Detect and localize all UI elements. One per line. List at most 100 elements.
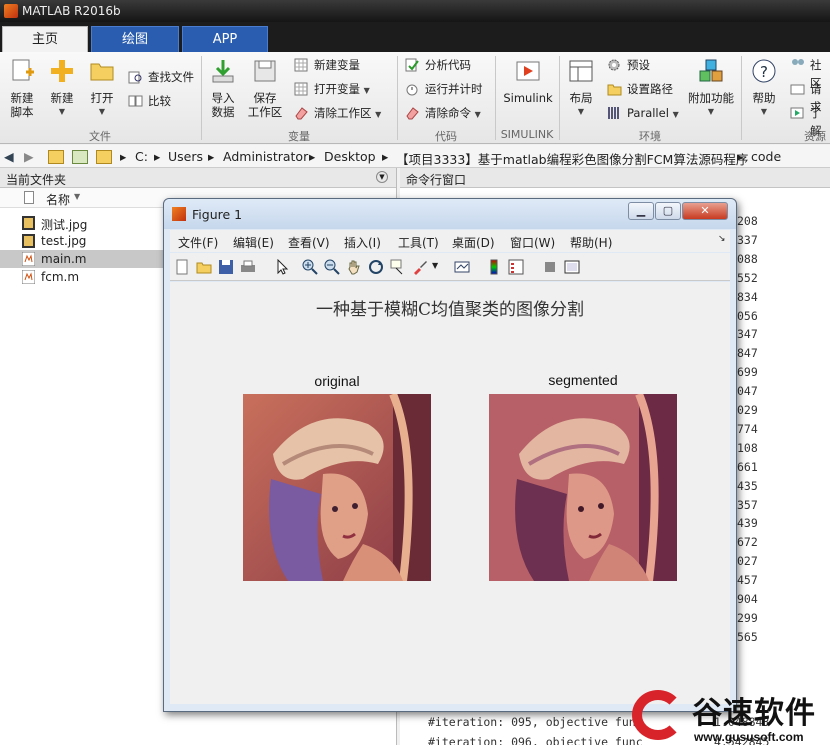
command-line-text: #iteration: 096, objective func (428, 735, 643, 745)
parallel-button[interactable]: Parallel ▼ (607, 104, 679, 122)
compare-button[interactable]: 比较 (128, 92, 171, 110)
open-file-icon[interactable] (196, 259, 212, 275)
chevron-down-icon[interactable]: ▼ (432, 261, 438, 270)
show-plot-tools-icon[interactable] (564, 259, 580, 275)
matlab-logo-icon (172, 207, 186, 221)
close-button[interactable]: ✕ (682, 202, 728, 220)
layout-button[interactable]: 布局 ▼ (563, 58, 599, 119)
menu-view[interactable]: 查看(V) (288, 234, 330, 251)
addons-label: 附加功能 (688, 91, 734, 105)
new-figure-icon[interactable] (174, 259, 190, 275)
eraser-icon (295, 107, 308, 120)
save-icon[interactable] (218, 259, 234, 275)
figure-title-bar[interactable]: Figure 1 ▁ ▢ ✕ (164, 199, 736, 229)
help-button[interactable]: ? 帮助 ▼ (746, 58, 782, 119)
menu-tools[interactable]: 工具(T) (398, 234, 439, 251)
breadcrumb-project[interactable]: 【项目3333】基于matlab编程彩色图像分割FCM算法源码程序 (396, 149, 748, 168)
stopwatch-icon (406, 84, 418, 96)
import-data-button[interactable]: 导入 数据 (205, 58, 241, 119)
clear-workspace-button[interactable]: 清除工作区 ▼ (294, 104, 381, 122)
figure-suptitle: 一种基于模糊C均值聚类的图像分割 (315, 300, 584, 320)
open-variable-button[interactable]: 打开变量 ▼ (294, 80, 370, 98)
breadcrumb-c[interactable]: C: (135, 149, 148, 164)
breadcrumb-separator: ▸ (120, 149, 127, 164)
set-path-button[interactable]: 设置路径 (607, 80, 673, 98)
menu-window[interactable]: 窗口(W) (510, 234, 555, 251)
maximize-button[interactable]: ▢ (655, 202, 681, 220)
learn-button[interactable]: 了解 (790, 104, 830, 138)
file-name: fcm.m (41, 270, 80, 284)
brush-icon[interactable] (412, 259, 428, 275)
figure-canvas[interactable]: 一种基于模糊C均值聚类的图像分割 original segmented (170, 282, 730, 704)
open-button[interactable]: 打开 ▼ (84, 58, 120, 119)
command-window-header: 命令行窗口 (400, 168, 830, 188)
request-button[interactable]: 请求 (790, 80, 830, 114)
menu-edit[interactable]: 编辑(E) (233, 234, 274, 251)
brand-url: www.gususoft.com (694, 730, 804, 744)
zoom-out-icon[interactable] (324, 259, 340, 275)
find-files-button[interactable]: 查找文件 (128, 68, 194, 86)
title-bar: MATLAB R2016b (0, 0, 830, 22)
command-output-value: 661 (737, 459, 758, 474)
command-output-value: 347 (737, 327, 758, 342)
panel-menu-icon[interactable]: ▼ (376, 171, 388, 183)
image-file-icon (22, 216, 35, 230)
breadcrumb-desktop[interactable]: Desktop (324, 149, 376, 164)
parallel-icon (608, 107, 619, 119)
zoom-in-icon[interactable] (302, 259, 318, 275)
chevron-down-icon: ▼ (363, 86, 370, 95)
new-script-label-1: 新建 (10, 91, 34, 105)
save-workspace-button[interactable]: 保存 工作区 (245, 58, 285, 119)
column-name-label: 名称 (46, 193, 71, 207)
menu-file[interactable]: 文件(F) (178, 234, 218, 251)
menu-desktop[interactable]: 桌面(D) (452, 234, 495, 251)
clear-commands-button[interactable]: 清除命令 ▼ (405, 104, 481, 122)
command-output-value: 357 (737, 497, 758, 512)
analyze-code-button[interactable]: 分析代码 (405, 56, 471, 74)
minimize-button[interactable]: ▁ (628, 202, 654, 220)
save-label-1: 保存 (253, 91, 277, 105)
browse-folder-icon[interactable] (72, 150, 88, 164)
forward-arrow-icon[interactable]: ▶ (24, 149, 34, 164)
print-icon[interactable] (240, 259, 256, 275)
addons-button[interactable]: 附加功能 ▼ (688, 58, 734, 119)
pan-hand-icon[interactable] (346, 259, 362, 275)
link-plot-icon[interactable] (454, 259, 470, 275)
tab-plots[interactable]: 绘图 (91, 26, 179, 52)
run-and-time-button[interactable]: 运行并计时 (405, 80, 483, 98)
file-type-icon (24, 191, 34, 204)
ribbon: 新建 脚本 新建 ▼ 打开 ▼ 查找文件 比较 文件 导入 数据 保存 工作区 … (0, 52, 830, 144)
tab-home[interactable]: 主页 (2, 26, 88, 52)
sort-down-icon: ▼ (74, 192, 81, 201)
back-arrow-icon[interactable]: ◀ (4, 149, 14, 164)
tab-apps[interactable]: APP (182, 26, 268, 52)
window-title: MATLAB R2016b (22, 4, 121, 18)
up-folder-icon[interactable] (48, 150, 64, 164)
menu-insert[interactable]: 插入(I) (344, 234, 381, 251)
rotate-3d-icon[interactable] (368, 259, 384, 275)
hide-plot-tools-icon[interactable] (542, 259, 558, 275)
simulink-button[interactable]: Simulink (500, 58, 556, 105)
breadcrumb-separator: ▸ (154, 149, 161, 164)
dock-arrow-icon[interactable]: ↘ (718, 234, 726, 244)
command-output-value: 439 (737, 516, 758, 531)
preferences-button[interactable]: 预设 (607, 56, 650, 74)
data-cursor-icon[interactable] (390, 259, 406, 275)
pointer-icon[interactable] (274, 259, 290, 275)
menu-help[interactable]: 帮助(H) (570, 234, 612, 251)
new-script-button[interactable]: 新建 脚本 (4, 58, 40, 119)
breadcrumb-code[interactable]: code (751, 149, 781, 164)
new-button[interactable]: 新建 ▼ (44, 58, 80, 119)
figure-window[interactable]: Figure 1 ▁ ▢ ✕ 文件(F) 编辑(E) 查看(V) 插入(I) 工… (163, 198, 737, 712)
file-name: main.m (41, 252, 87, 266)
command-output-value: 435 (737, 478, 758, 493)
image-file-icon (22, 234, 35, 248)
breadcrumb-users[interactable]: Users (168, 149, 203, 164)
check-doc-icon (405, 58, 419, 72)
community-button[interactable]: 社区 (790, 56, 830, 90)
new-variable-button[interactable]: 新建变量 (294, 56, 360, 74)
colorbar-icon[interactable] (486, 259, 502, 275)
compare-icon (128, 95, 143, 107)
legend-icon[interactable] (508, 259, 524, 275)
breadcrumb-administrator[interactable]: Administrator (223, 149, 308, 164)
